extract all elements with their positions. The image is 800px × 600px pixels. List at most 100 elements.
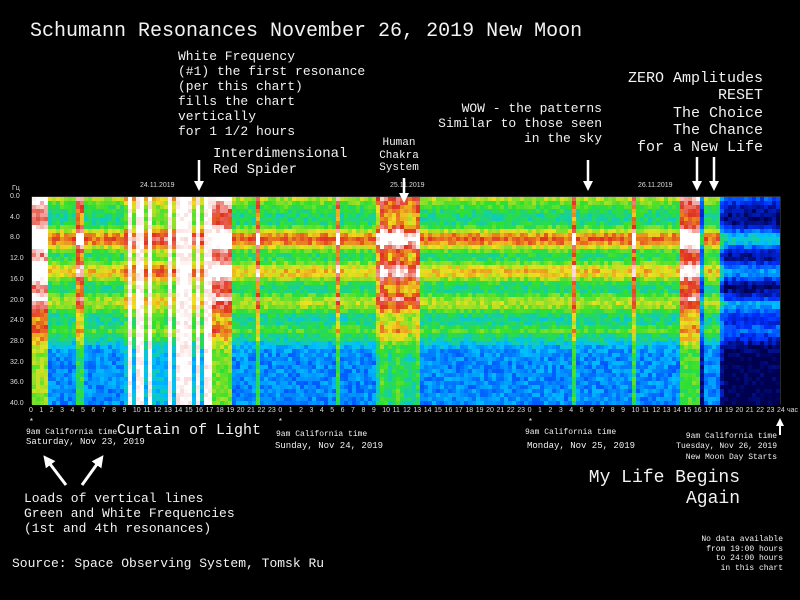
heatmap-cell: [92, 293, 96, 297]
heatmap-cell: [356, 293, 360, 297]
heatmap-cell: [60, 337, 64, 341]
heatmap-cell: [152, 261, 156, 265]
heatmap-cell: [308, 309, 312, 313]
heatmap-cell: [176, 273, 180, 277]
heatmap-cell: [320, 209, 324, 213]
heatmap-cell: [240, 297, 244, 301]
heatmap-cell: [352, 397, 356, 401]
heatmap-cell: [404, 309, 408, 313]
heatmap-cell: [60, 369, 64, 373]
heatmap-cell: [328, 329, 332, 333]
heatmap-cell: [192, 205, 196, 209]
heatmap-cell: [324, 365, 328, 369]
heatmap-cell: [160, 325, 164, 329]
heatmap-cell: [72, 321, 76, 325]
heatmap-cell: [252, 401, 256, 405]
heatmap-cell: [96, 297, 100, 301]
heatmap-cell: [332, 385, 336, 389]
heatmap-cell: [280, 245, 284, 249]
heatmap-cell: [392, 373, 396, 377]
heatmap-cell: [360, 341, 364, 345]
heatmap-cell: [140, 237, 144, 241]
heatmap-cell: [376, 369, 380, 373]
heatmap-cell: [352, 341, 356, 345]
heatmap-cell: [400, 197, 404, 201]
heatmap-cell: [308, 209, 312, 213]
heatmap-cell: [348, 269, 352, 273]
heatmap-cell: [292, 273, 296, 277]
heatmap-cell: [280, 377, 284, 381]
heatmap-cell: [344, 321, 348, 325]
heatmap-cell: [320, 281, 324, 285]
heatmap-cell: [180, 401, 184, 405]
heatmap-cell: [48, 197, 52, 201]
heatmap-cell: [252, 253, 256, 257]
heatmap-cell: [292, 281, 296, 285]
heatmap-cell: [368, 245, 372, 249]
heatmap-cell: [48, 333, 52, 337]
heatmap-cell: [404, 401, 408, 405]
heatmap-cell: [368, 313, 372, 317]
heatmap-cell: [392, 217, 396, 221]
heatmap-cell: [232, 361, 236, 365]
heatmap-cell: [240, 329, 244, 333]
heatmap-cell: [104, 221, 108, 225]
heatmap-cell: [108, 401, 112, 405]
heatmap-cell: [284, 373, 288, 377]
heatmap-cell: [204, 357, 208, 361]
heatmap-cell: [188, 297, 192, 301]
heatmap-cell: [176, 217, 180, 221]
heatmap-cell: [72, 365, 76, 369]
heatmap-cell: [76, 341, 80, 345]
heatmap-cell: [192, 389, 196, 393]
heatmap-cell: [248, 301, 252, 305]
heatmap-cell: [232, 365, 236, 369]
heatmap-cell: [264, 229, 268, 233]
heatmap-cell: [60, 373, 64, 377]
heatmap-cell: [88, 229, 92, 233]
heatmap-cell: [384, 389, 388, 393]
heatmap-cell: [244, 333, 248, 337]
heatmap-cell: [188, 385, 192, 389]
heatmap-cell: [44, 309, 48, 313]
heatmap-cell: [128, 313, 132, 317]
heatmap-cell: [168, 313, 172, 317]
heatmap-cell: [252, 309, 256, 313]
heatmap-cell: [88, 361, 92, 365]
heatmap-cell: [236, 321, 240, 325]
heatmap-cell: [104, 297, 108, 301]
heatmap-cell: [64, 397, 68, 401]
heatmap-cell: [152, 385, 156, 389]
heatmap-cell: [264, 361, 268, 365]
heatmap-cell: [296, 277, 300, 281]
heatmap-cell: [296, 341, 300, 345]
heatmap-cell: [388, 357, 392, 361]
heatmap-cell: [220, 321, 224, 325]
heatmap-cell: [336, 397, 340, 401]
heatmap-cell: [408, 197, 412, 201]
heatmap-cell: [308, 213, 312, 217]
heatmap-cell: [324, 341, 328, 345]
heatmap-cell: [224, 289, 228, 293]
heatmap-cell: [196, 285, 200, 289]
heatmap-cell: [392, 397, 396, 401]
heatmap-cell: [260, 373, 264, 377]
heatmap-cell: [320, 297, 324, 301]
heatmap-cell: [316, 333, 320, 337]
heatmap-cell: [40, 237, 44, 241]
heatmap-cell: [100, 337, 104, 341]
heatmap-cell: [236, 393, 240, 397]
heatmap-cell: [332, 313, 336, 317]
heatmap-cell: [180, 261, 184, 265]
heatmap-cell: [96, 301, 100, 305]
heatmap-cell: [40, 357, 44, 361]
heatmap-cell: [48, 225, 52, 229]
heatmap-cell: [128, 233, 132, 237]
heatmap-cell: [44, 313, 48, 317]
heatmap-cell: [288, 309, 292, 313]
heatmap-cell: [352, 381, 356, 385]
heatmap-cell: [256, 321, 260, 325]
heatmap-cell: [252, 397, 256, 401]
heatmap-cell: [360, 217, 364, 221]
heatmap-cell: [180, 253, 184, 257]
